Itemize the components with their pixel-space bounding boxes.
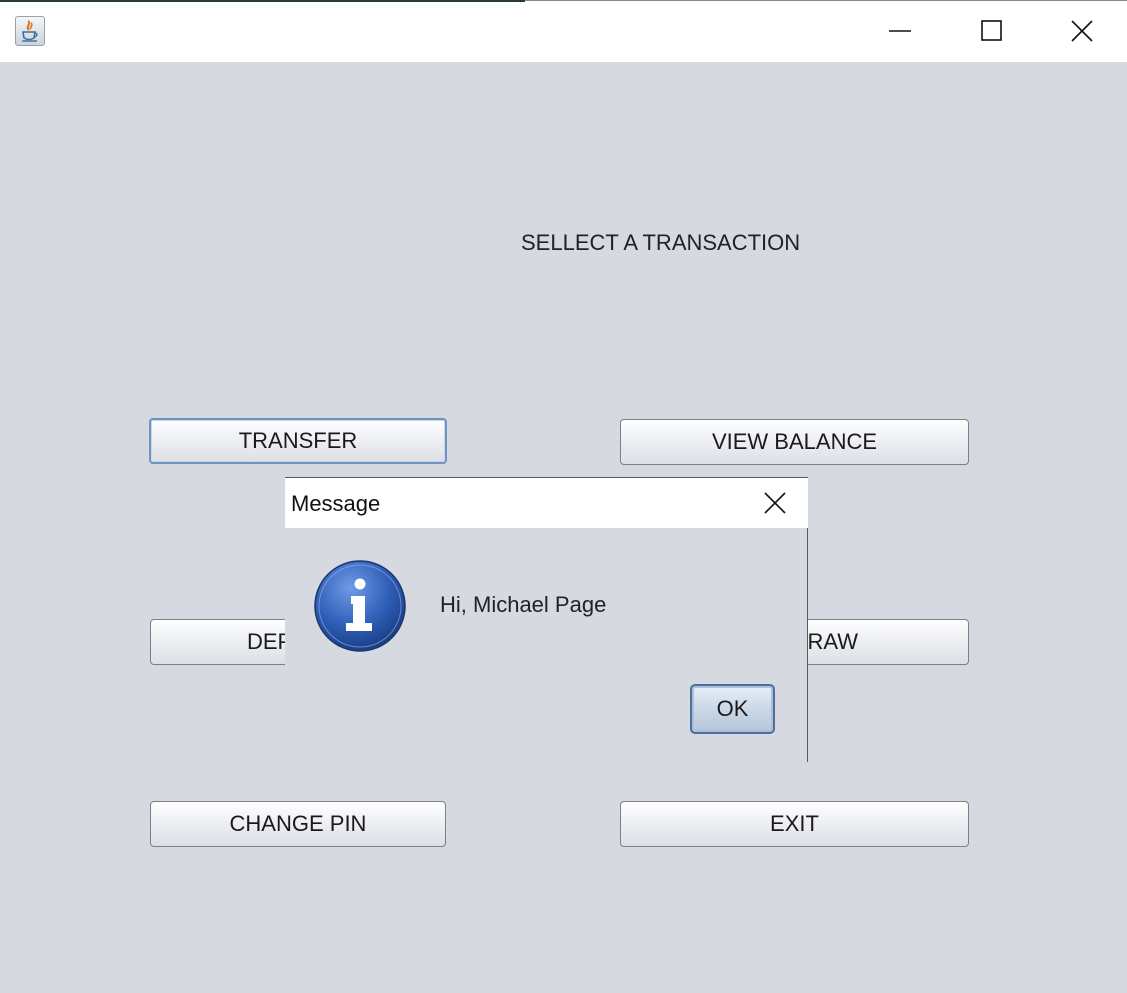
- dialog-message: Hi, Michael Page: [440, 592, 607, 617]
- transfer-button[interactable]: TRANSFER: [149, 418, 447, 464]
- ok-button[interactable]: OK: [690, 684, 775, 734]
- java-app-icon: [15, 16, 45, 46]
- maximize-icon: [981, 20, 1002, 41]
- title-bar-accent-line: [0, 0, 525, 2]
- dialog-title: Message: [291, 491, 381, 516]
- dialog-title-bar: Message: [285, 478, 808, 528]
- main-window: SELLECT A TRANSACTION TRANSFER VIEW BALA…: [0, 0, 1127, 993]
- maximize-button[interactable]: [946, 0, 1036, 62]
- close-window-button[interactable]: [1037, 0, 1127, 62]
- dialog-close-button[interactable]: [755, 488, 793, 518]
- message-dialog: Message Hi, Michael Page OK: [285, 477, 808, 762]
- minimize-icon: [889, 30, 911, 32]
- title-bar: [0, 0, 1127, 62]
- exit-button[interactable]: EXIT: [620, 801, 969, 847]
- info-icon: [313, 559, 407, 653]
- view-balance-button[interactable]: VIEW BALANCE: [620, 419, 969, 465]
- change-pin-button[interactable]: CHANGE PIN: [150, 801, 446, 847]
- close-icon: [1071, 20, 1093, 42]
- transaction-heading: SELLECT A TRANSACTION: [521, 230, 801, 255]
- minimize-button[interactable]: [855, 0, 945, 62]
- close-icon: [764, 492, 786, 514]
